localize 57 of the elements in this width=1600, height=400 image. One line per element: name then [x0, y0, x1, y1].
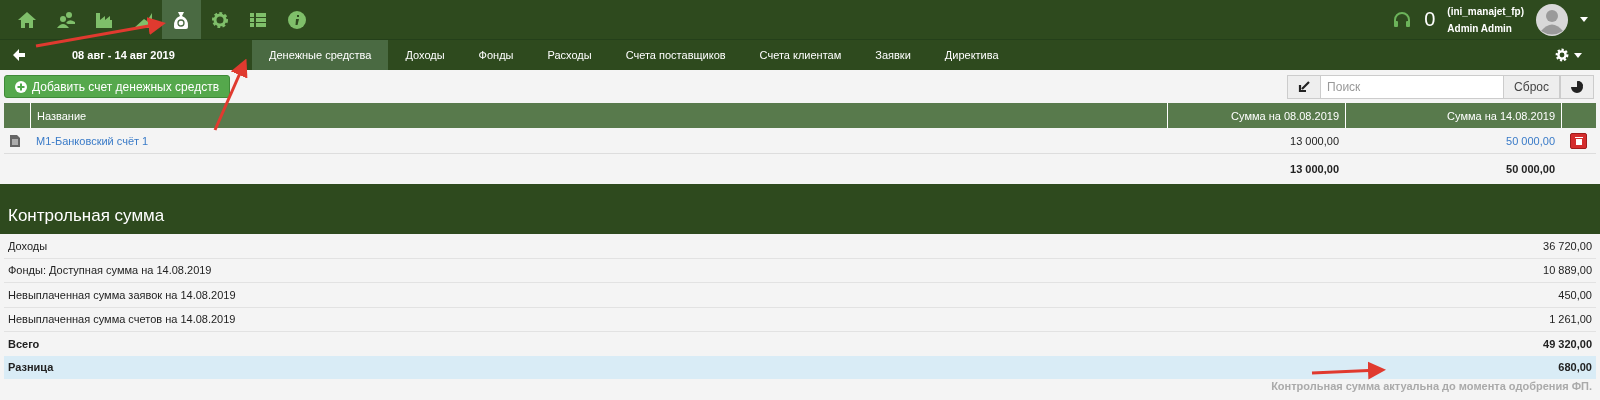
home-icon	[17, 9, 38, 30]
info-icon	[286, 9, 307, 30]
chart-button[interactable]	[1560, 74, 1594, 99]
reset-button[interactable]: Сброс	[1503, 74, 1560, 99]
row-value: 450,00	[1558, 288, 1592, 301]
delete-button[interactable]	[1570, 132, 1587, 149]
footnote: Контрольная сумма актуальна до момента одобрения ФП.	[1271, 380, 1592, 392]
plus-icon	[15, 80, 27, 93]
row-label: Невыплаченная сумма заявок на 14.08.2019	[8, 288, 236, 301]
nav-button[interactable]	[162, 0, 201, 39]
pie-chart-icon	[1571, 80, 1583, 93]
trash-icon	[1574, 136, 1583, 145]
table-header-cell: Название	[30, 103, 1167, 128]
nav-tab[interactable]: Доходы	[388, 40, 462, 70]
table-header-cell: Сумма на 14.08.2019	[1345, 103, 1561, 128]
table-header-cell	[4, 103, 30, 128]
nav-tab[interactable]: Директива	[927, 40, 1016, 70]
row-value: 49 320,00	[1543, 337, 1592, 350]
document-icon	[10, 134, 20, 147]
row-label: Доходы	[8, 239, 48, 252]
row-value: 36 720,00	[1543, 239, 1592, 252]
back-arrow-icon[interactable]	[12, 48, 26, 62]
arrow-icon	[1298, 80, 1311, 93]
nav-tab[interactable]: Заявки	[858, 40, 928, 70]
account-link[interactable]: M1-Банковский счёт 1	[36, 134, 149, 147]
users-icon	[55, 9, 76, 30]
user-name: Admin Admin	[1447, 22, 1513, 34]
row-value: 680,00	[1558, 361, 1592, 374]
notification-count: 0	[1424, 8, 1436, 31]
row-label: Разница	[8, 361, 54, 374]
row-value: 10 889,00	[1543, 264, 1592, 277]
settings-icon	[209, 9, 230, 30]
nav-tab[interactable]: Денежные средства	[252, 40, 389, 70]
collapse-button[interactable]	[1287, 74, 1322, 99]
caret-icon[interactable]	[1580, 17, 1588, 22]
caret-icon	[1574, 52, 1582, 58]
table-header-cell	[1561, 103, 1596, 128]
settings-icon	[1554, 47, 1570, 63]
table-header-cell: Сумма на 08.08.2019	[1167, 103, 1345, 128]
total-cell: 13 000,00	[1290, 162, 1339, 175]
row-label: Всего	[8, 337, 40, 350]
search-field[interactable]: Поиск	[1321, 74, 1504, 99]
table-cell: 13 000,00	[1290, 134, 1339, 147]
user-login: (ini_manajet_fp)	[1447, 5, 1524, 17]
nav-tab[interactable]: Расходы	[530, 40, 609, 70]
avatar-icon[interactable]	[1536, 3, 1568, 36]
nav-tab[interactable]: Фонды	[461, 40, 531, 70]
amount-link[interactable]: 50 000,00	[1506, 134, 1555, 147]
total-cell: 50 000,00	[1506, 162, 1555, 175]
row-label: Невыплаченная сумма счетов на 14.08.2019	[8, 313, 236, 326]
section-title: Контрольная сумма	[8, 206, 165, 226]
nav-tab[interactable]: Счета клиентам	[742, 40, 859, 70]
row-label: Фонды: Доступная сумма на 14.08.2019	[8, 264, 212, 277]
row-value: 1 261,00	[1549, 313, 1592, 326]
headset-icon[interactable]	[1392, 9, 1413, 30]
date-range[interactable]: 08 авг - 14 авг 2019	[44, 49, 252, 61]
nav-tab[interactable]: Счета поставщиков	[608, 40, 743, 70]
